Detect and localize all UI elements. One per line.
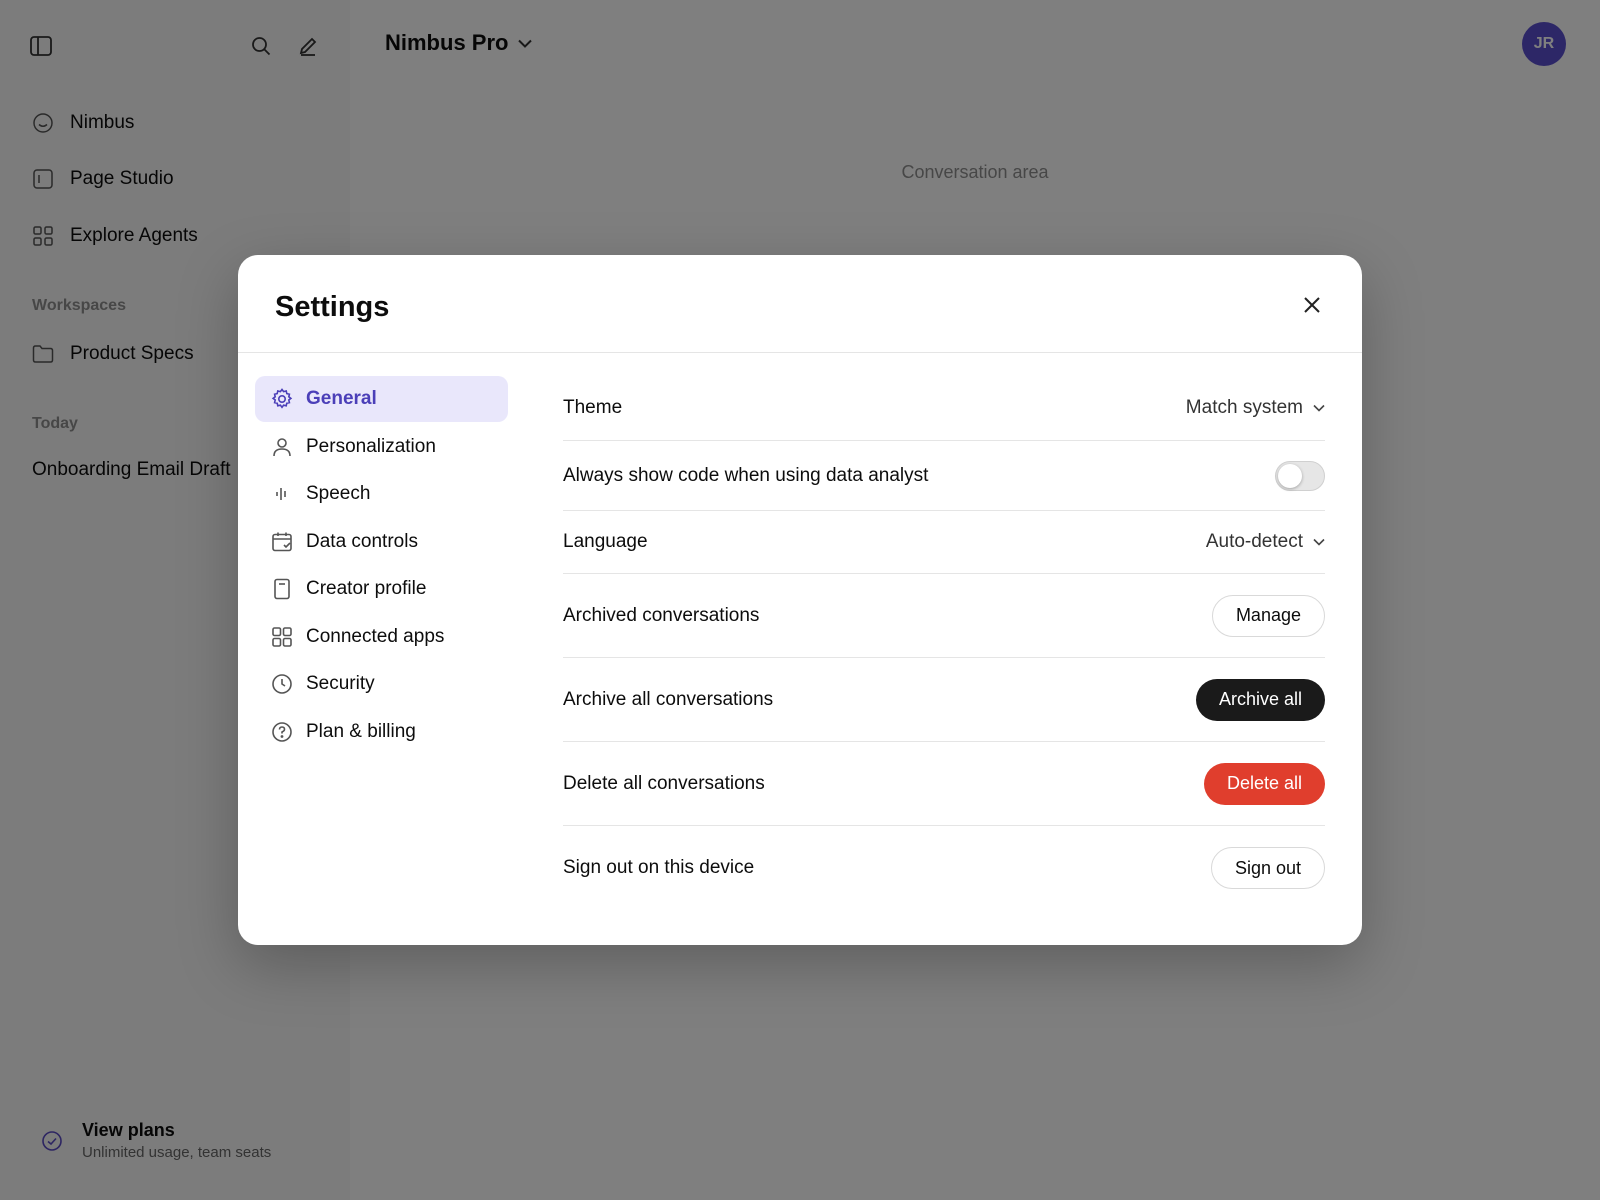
language-select[interactable]: Auto-detect [1206,531,1325,553]
show-code-toggle[interactable] [1275,460,1325,491]
language-row: Language Auto-detect [563,511,1325,574]
theme-label: Theme [563,397,623,418]
tab-label: General [306,388,377,409]
tab-label: Plan & billing [306,720,416,742]
show-code-row: Always show code when using data analyst [563,441,1325,511]
manage-button[interactable]: Manage [1211,594,1325,637]
archive-all-button[interactable]: Archive all [1195,678,1325,721]
tab-label: Creator profile [306,578,427,599]
settings-tabs: General Personalization Speech Data cont… [255,376,508,756]
clock-icon [272,674,292,694]
sign-out-label: Sign out on this device [563,857,755,878]
tab-speech[interactable]: Speech [255,471,508,517]
sign-out-button[interactable]: Sign out [1210,847,1325,889]
tab-label: Speech [306,483,371,504]
settings-modal: Settings General Personalization Speech … [238,255,1362,945]
tab-plan-billing[interactable]: Plan & billing [255,709,508,755]
archived-row: Archived conversations Manage [563,574,1325,658]
archive-all-label: Archive all conversations [563,688,774,710]
tab-label: Connected apps [306,625,445,647]
tab-connected-apps[interactable]: Connected apps [255,614,508,660]
tab-creator-profile[interactable]: Creator profile [255,566,508,612]
tab-general[interactable]: General [255,376,508,422]
chevron-down-icon [1313,538,1325,546]
tab-label: Personalization [306,435,436,457]
settings-content: Theme Match system Always show code when… [563,376,1325,910]
tab-data-controls[interactable]: Data controls [255,519,508,565]
document-icon [274,578,290,600]
waveform-icon [276,488,286,500]
tab-label: Data controls [306,530,418,552]
tab-personalization[interactable]: Personalization [255,424,508,470]
chevron-down-icon [1313,404,1325,412]
language-value: Auto-detect [1205,531,1303,552]
archive-all-row: Archive all conversations Archive all [563,658,1325,742]
modal-header: Settings [238,255,1362,353]
close-button[interactable] [1298,291,1326,319]
show-code-label: Always show code when using data analyst [563,464,929,486]
modal-title: Settings [275,291,390,323]
theme-row: Theme Match system [563,376,1325,441]
close-icon [1304,297,1320,313]
theme-value: Match system [1185,397,1303,418]
tab-security[interactable]: Security [255,661,508,707]
calendar-icon [272,532,292,551]
delete-all-row: Delete all conversations Delete all [563,742,1325,826]
theme-select[interactable]: Match system [1186,397,1325,419]
sign-out-row: Sign out on this device Sign out [563,826,1325,910]
help-circle-icon [272,721,292,742]
gear-icon [271,388,293,409]
language-label: Language [563,531,648,552]
person-icon [273,437,291,456]
delete-all-button[interactable]: Delete all [1203,762,1325,805]
apps-grid-icon [272,626,292,647]
tab-label: Security [306,673,375,694]
delete-all-label: Delete all conversations [563,772,765,794]
toggle-knob [1278,463,1302,488]
archived-label: Archived conversations [563,604,760,626]
